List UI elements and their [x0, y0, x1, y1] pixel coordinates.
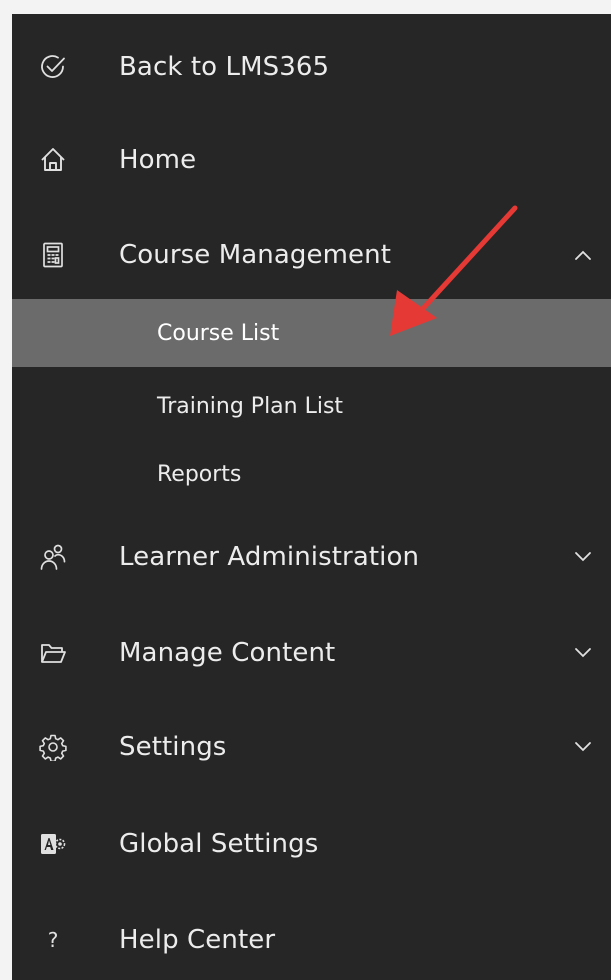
nav-item-back-to-lms365[interactable]: Back to LMS365 — [12, 27, 611, 107]
check-circle-icon — [38, 52, 68, 82]
screenshot-frame: Back to LMS365 Home Course Management Co… — [0, 0, 611, 980]
sub-item-label: Reports — [157, 461, 242, 487]
nav-item-label: Global Settings — [119, 829, 319, 859]
sub-item-reports[interactable]: Reports — [12, 440, 611, 508]
sub-item-training-plan-list[interactable]: Training Plan List — [12, 372, 611, 440]
nav-item-global-settings[interactable]: Global Settings — [12, 804, 611, 884]
chevron-down-icon[interactable] — [573, 547, 593, 567]
nav-item-home[interactable]: Home — [12, 120, 611, 200]
nav-item-settings[interactable]: Settings — [12, 707, 611, 787]
gear-icon — [38, 732, 68, 762]
people-icon — [38, 542, 68, 572]
sidebar-nav: Back to LMS365 Home Course Management Co… — [12, 14, 611, 980]
nav-item-label: Manage Content — [119, 638, 336, 668]
chevron-down-icon[interactable] — [573, 643, 593, 663]
nav-item-label: Back to LMS365 — [119, 52, 330, 82]
question-icon: ? — [47, 928, 59, 952]
sub-item-label: Training Plan List — [157, 393, 344, 419]
nav-item-help-center[interactable]: ? Help Center — [12, 900, 611, 980]
chevron-up-icon[interactable] — [573, 245, 593, 265]
nav-item-label: Settings — [119, 732, 227, 762]
calculator-icon — [38, 240, 68, 270]
folder-open-icon — [38, 638, 68, 668]
nav-item-learner-administration[interactable]: Learner Administration — [12, 517, 611, 597]
nav-item-course-management[interactable]: Course Management — [12, 215, 611, 295]
admin-settings-icon — [38, 829, 68, 859]
home-icon — [38, 145, 68, 175]
nav-item-label: Course Management — [119, 240, 392, 270]
nav-item-label: Home — [119, 145, 197, 175]
nav-item-label: Help Center — [119, 925, 276, 955]
chevron-down-icon[interactable] — [573, 737, 593, 757]
sub-item-label: Course List — [157, 320, 280, 346]
sub-item-course-list[interactable]: Course List — [12, 299, 611, 367]
nav-item-label: Learner Administration — [119, 542, 420, 572]
nav-item-manage-content[interactable]: Manage Content — [12, 613, 611, 693]
